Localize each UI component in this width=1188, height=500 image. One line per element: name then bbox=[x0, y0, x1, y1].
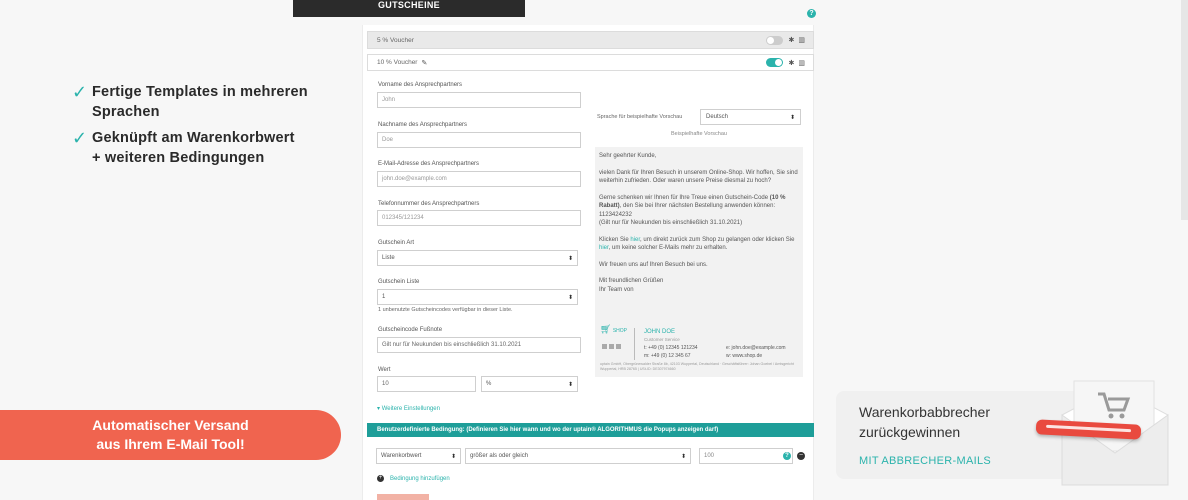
add-condition-link[interactable]: + Bedingung hinzufügen bbox=[377, 475, 450, 482]
help-icon[interactable]: ? bbox=[807, 9, 816, 18]
feature-item: ✓ Geknüpft am Warenkorbwert + weiteren B… bbox=[72, 128, 332, 168]
preview-language-select[interactable]: Deutsch ⬍ bbox=[700, 109, 801, 125]
select-arrows-icon: ⬍ bbox=[680, 453, 686, 460]
value-label: Wert bbox=[378, 367, 391, 373]
preview-caption: Beispielhafte Vorschau bbox=[671, 131, 727, 137]
card-title: Warenkorbabbrecher zurückgewinnen bbox=[859, 404, 990, 440]
social-icons bbox=[602, 344, 621, 349]
phone-label: Telefonnummer des Ansprechpartners bbox=[378, 201, 480, 207]
feature-text-line: Sprachen bbox=[92, 104, 160, 120]
email-paragraph: vielen Dank für Ihren Besuch in unserem … bbox=[599, 169, 798, 185]
more-settings-link[interactable]: ▾ Weitere Einstellungen bbox=[377, 405, 440, 412]
value-unit-select[interactable]: % ⬍ bbox=[481, 376, 578, 392]
email-paragraph: Wir freuen uns auf Ihren Besuch bei uns. bbox=[599, 261, 708, 268]
email-label: E-Mail-Adresse des Ansprechpartners bbox=[378, 161, 480, 167]
social-icon bbox=[609, 344, 614, 349]
cart-icon: 🛒︎ bbox=[600, 324, 612, 334]
shop-link[interactable]: hier bbox=[630, 237, 640, 243]
select-arrows-icon: ⬍ bbox=[567, 381, 573, 388]
plus-icon: + bbox=[377, 475, 384, 482]
unsubscribe-link[interactable]: hier bbox=[599, 245, 609, 251]
banner-line: aus Ihrem E-Mail Tool! bbox=[96, 436, 245, 452]
tab-vouchers[interactable]: GUTSCHEINE bbox=[293, 0, 525, 17]
voucher-list-label: Gutschein Liste bbox=[378, 279, 420, 285]
social-icon bbox=[602, 344, 607, 349]
email-closing: Mit freundlichen Grüßen Ihr Team von bbox=[599, 278, 664, 293]
select-value: größer als oder gleich bbox=[470, 453, 529, 459]
abandon-mails-link[interactable]: MIT ABBRECHER-MAILS bbox=[859, 455, 991, 467]
pencil-icon[interactable]: ✎ bbox=[421, 59, 427, 67]
feature-text-line: + weiteren Bedingungen bbox=[92, 150, 265, 166]
select-value: Liste bbox=[382, 255, 395, 261]
scrollbar[interactable] bbox=[1181, 0, 1188, 220]
select-arrows-icon: ⬍ bbox=[450, 453, 456, 460]
trash-icon[interactable]: ▥ bbox=[798, 59, 805, 67]
voucher-label: 5 % Voucher bbox=[377, 36, 414, 44]
select-value: 1 bbox=[382, 294, 386, 300]
email-preview: Sehr geehrter Kunde, vielen Dank für Ihr… bbox=[595, 147, 803, 377]
feature-text-line: Fertige Templates in mehreren bbox=[92, 84, 308, 100]
condition-operator-select[interactable]: größer als oder gleich ⬍ bbox=[465, 448, 691, 464]
condition-field-select[interactable]: Warenkorbwert ⬍ bbox=[376, 448, 461, 464]
banner-line: Automatischer Versand bbox=[92, 417, 249, 433]
signature-email: e: john.doe@example.com w: www.shop.de bbox=[726, 345, 786, 359]
social-icon bbox=[616, 344, 621, 349]
voucher-toggle[interactable] bbox=[765, 35, 783, 45]
select-arrows-icon: ⬍ bbox=[567, 255, 573, 262]
voucher-type-label: Gutschein Art bbox=[378, 240, 415, 246]
shop-logo: 🛒︎ SHOP bbox=[600, 324, 627, 335]
voucher-row[interactable]: 10 % Voucher ✎ ✱ ▥ bbox=[367, 54, 814, 71]
feature-item: ✓ Fertige Templates in mehreren Sprachen bbox=[72, 82, 332, 122]
gear-icon[interactable]: ✱ bbox=[789, 59, 795, 67]
voucher-list-select[interactable]: 1 ⬍ bbox=[377, 289, 578, 305]
input-value: 100 bbox=[704, 453, 715, 459]
help-icon[interactable]: ? bbox=[783, 452, 791, 460]
auto-send-banner: Automatischer Versand aus Ihrem E-Mail T… bbox=[0, 410, 341, 460]
select-arrows-icon: ⬍ bbox=[567, 294, 573, 301]
first-name-label: Vorname des Ansprechpartners bbox=[378, 82, 463, 88]
value-amount-input[interactable]: 10 bbox=[377, 376, 476, 392]
condition-header: Benutzerdefinierte Bedingung: (Definiere… bbox=[367, 423, 814, 437]
last-name-label: Nachname des Ansprechpartners bbox=[378, 122, 468, 128]
feature-list: ✓ Fertige Templates in mehreren Sprachen… bbox=[72, 82, 332, 174]
checkmark-icon: ✓ bbox=[72, 82, 88, 102]
first-name-input[interactable]: John bbox=[377, 92, 581, 108]
email-paragraph: Gerne schenken wir Ihnen für Ihre Treue … bbox=[599, 194, 786, 227]
voucher-toggle[interactable] bbox=[765, 58, 783, 67]
gear-icon[interactable]: ✱ bbox=[789, 36, 795, 44]
footnote-label: Gutscheincode Fußnote bbox=[378, 327, 443, 333]
preview-language-label: Sprache für beispielhafte Vorschau bbox=[597, 114, 683, 120]
trash-icon[interactable]: ▥ bbox=[798, 36, 805, 44]
voucher-type-select[interactable]: Liste ⬍ bbox=[377, 250, 578, 266]
email-input[interactable]: john.doe@example.com bbox=[377, 171, 581, 187]
select-arrows-icon: ⬍ bbox=[789, 114, 795, 121]
save-button[interactable] bbox=[377, 494, 429, 500]
select-value: % bbox=[486, 381, 492, 387]
condition-value-input[interactable]: 100 bbox=[699, 448, 793, 464]
voucher-row[interactable]: 5 % Voucher ✱ ▥ bbox=[367, 31, 814, 49]
feature-text-line: Geknüpft am Warenkorbwert bbox=[92, 130, 295, 146]
last-name-input[interactable]: Doe bbox=[377, 132, 581, 148]
signature-footer: uptain GmbH, Obergrünewalder Straße 8b, … bbox=[600, 362, 794, 371]
voucher-list-note: 1 unbenutzte Gutscheincodes verfügbar in… bbox=[378, 307, 513, 313]
footnote-input[interactable]: Gilt nur für Neukunden bis einschließlic… bbox=[377, 337, 581, 353]
phone-input[interactable]: 012345/121234 bbox=[377, 210, 581, 226]
voucher-label: 10 % Voucher bbox=[377, 59, 418, 66]
checkmark-icon: ✓ bbox=[72, 128, 88, 148]
signature-phone: t: +49 (0) 12345 121234 m: +49 (0) 12 34… bbox=[644, 345, 698, 359]
select-value: Warenkorbwert bbox=[381, 453, 422, 459]
select-value: Deutsch bbox=[706, 114, 729, 120]
email-greeting: Sehr geehrter Kunde, bbox=[599, 153, 657, 159]
email-paragraph: Klicken Sie hier, um direkt zurück zum S… bbox=[599, 236, 795, 252]
remove-condition-icon[interactable]: − bbox=[797, 452, 805, 460]
